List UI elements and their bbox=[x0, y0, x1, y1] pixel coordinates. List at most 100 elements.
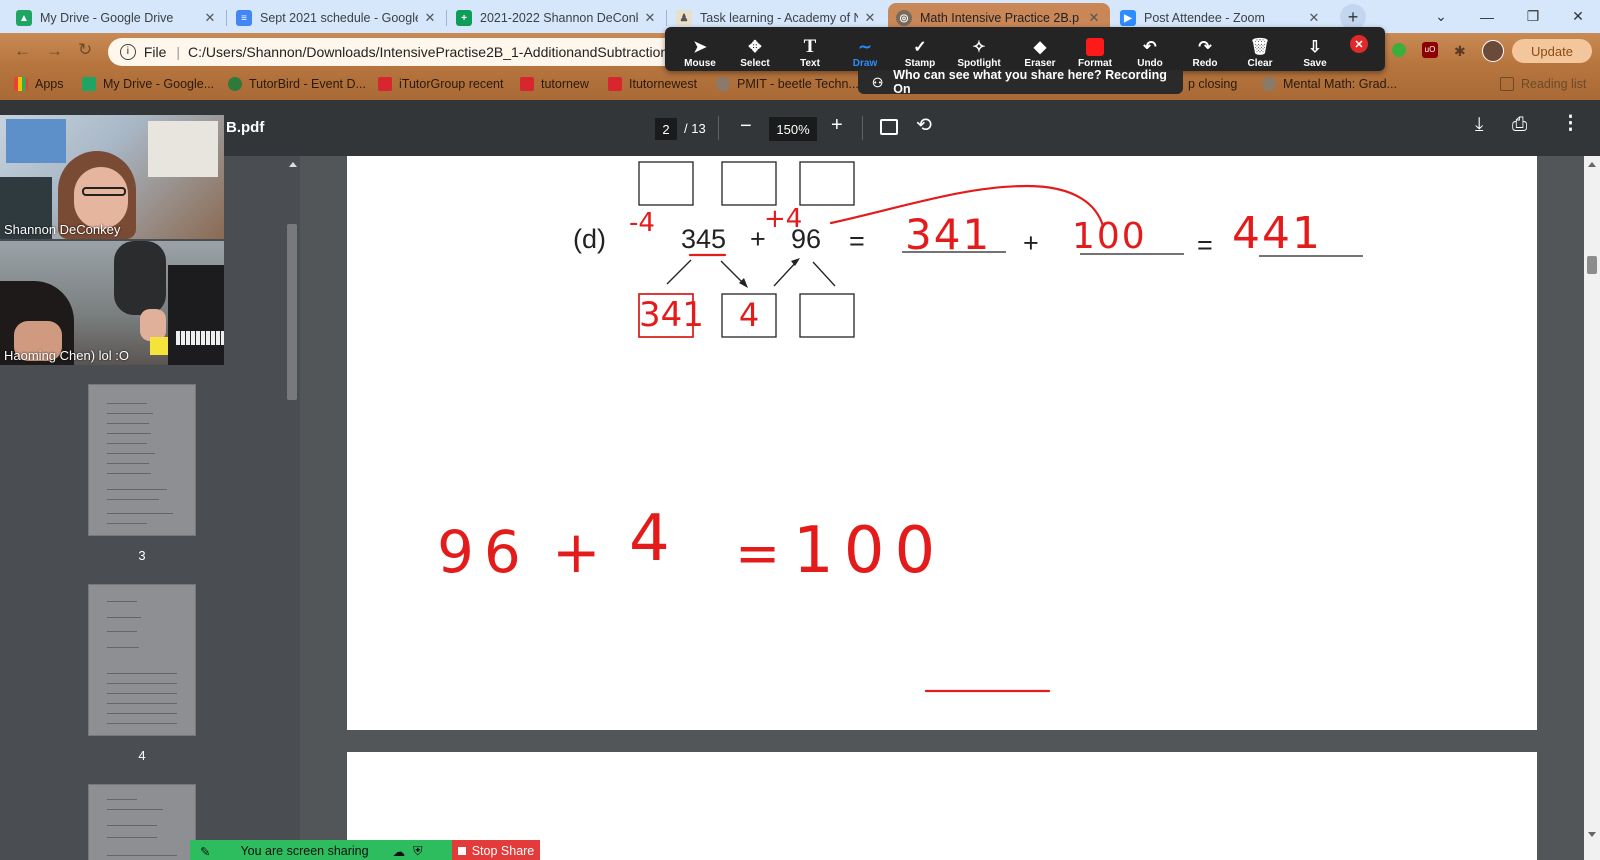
screen-share-bar: ✎ You are screen sharing ☁ ⛨ Stop Share bbox=[190, 840, 540, 860]
more-options-icon[interactable]: ⋮ bbox=[1561, 112, 1580, 135]
tool-clear[interactable]: 🗑 Clear bbox=[1233, 31, 1287, 69]
piano bbox=[168, 265, 224, 365]
tool-format[interactable]: Format bbox=[1068, 31, 1122, 69]
bookmark-pmit[interactable]: PMIT - beetle Techn... bbox=[716, 73, 859, 95]
main-scrollbar[interactable] bbox=[1584, 156, 1600, 860]
forward-icon[interactable]: → bbox=[46, 41, 63, 61]
close-icon[interactable]: ✕ bbox=[1306, 10, 1322, 26]
tool-undo[interactable]: ↶ Undo bbox=[1123, 31, 1177, 69]
thumbnail-page-4[interactable] bbox=[88, 584, 196, 736]
tool-text[interactable]: T Text bbox=[783, 31, 837, 69]
draw-squiggle-icon: ∼ bbox=[858, 39, 872, 56]
thumbnail-page-3[interactable] bbox=[88, 384, 196, 536]
google-sheets-icon: + bbox=[456, 10, 472, 26]
thumbnail-label: 4 bbox=[138, 748, 146, 763]
zoom-in-icon[interactable]: + bbox=[831, 114, 843, 137]
tab-spreadsheet[interactable]: + 2021-2022 Shannon DeConk ✕ bbox=[448, 3, 666, 33]
tool-stamp[interactable]: ✓ Stamp bbox=[893, 31, 947, 69]
google-docs-icon: ≡ bbox=[236, 10, 252, 26]
bookmark-my-drive[interactable]: My Drive - Google... bbox=[82, 73, 214, 95]
sidebar-scrollbar[interactable] bbox=[284, 156, 300, 860]
hand-100: 100 bbox=[793, 514, 946, 588]
bookmark-reading-list[interactable]: Reading list bbox=[1500, 73, 1586, 95]
sharing-status[interactable]: ✎ You are screen sharing ☁ ⛨ bbox=[190, 840, 452, 860]
zoom-out-icon[interactable]: − bbox=[740, 115, 752, 138]
extensions-puzzle-icon[interactable]: ✱ bbox=[1454, 43, 1466, 60]
problem-label: (d) bbox=[573, 224, 606, 254]
fit-to-page-icon[interactable] bbox=[880, 119, 898, 135]
download-icon[interactable]: ⤓ bbox=[1475, 114, 1483, 136]
glasses bbox=[82, 187, 126, 196]
tool-select[interactable]: ✥ Select bbox=[728, 31, 782, 69]
tab-my-drive[interactable]: ▲ My Drive - Google Drive ✕ bbox=[8, 3, 226, 33]
close-icon[interactable]: ✕ bbox=[642, 10, 658, 26]
extension-green-icon[interactable] bbox=[1392, 43, 1406, 57]
reload-icon[interactable]: ↻ bbox=[78, 40, 92, 60]
tool-spotlight[interactable]: ✧ Spotlight bbox=[948, 31, 1010, 69]
close-annotation-icon[interactable]: ✕ bbox=[1350, 35, 1368, 53]
tool-redo[interactable]: ↷ Redo bbox=[1178, 31, 1232, 69]
drag-handle-icon[interactable]: ✎ bbox=[200, 844, 210, 859]
bookmark-closing[interactable]: p closing bbox=[1188, 73, 1237, 95]
scheme-label: File bbox=[143, 44, 167, 60]
hand-4: 4 bbox=[629, 502, 670, 576]
print-icon[interactable]: ⎙ bbox=[1512, 114, 1527, 136]
bookmark-tutornew[interactable]: tutornew bbox=[520, 73, 589, 95]
equals-sign-2: = bbox=[1197, 230, 1213, 260]
bookmark-itutornewest[interactable]: Itutornewest bbox=[608, 73, 697, 95]
close-icon[interactable]: ✕ bbox=[862, 10, 878, 26]
wall-poster bbox=[6, 119, 66, 163]
pdf-toolbar: B.pdf 2 / 13 − 150% + ⟲ ⤓ ⎙ ⋮ bbox=[0, 100, 1600, 156]
avatar[interactable] bbox=[1482, 40, 1504, 62]
address-bar[interactable]: i File | C:/Users/Shannon/Downloads/Inte… bbox=[108, 38, 683, 66]
video-tile-host[interactable]: Shannon DeConkey bbox=[0, 115, 224, 239]
thumbnail-page-5[interactable] bbox=[88, 784, 196, 860]
page-number-input[interactable]: 2 bbox=[655, 118, 677, 140]
globe-icon bbox=[1262, 77, 1276, 91]
share-visibility-notice[interactable]: ⚇ Who can see what you share here? Recor… bbox=[858, 68, 1183, 96]
stop-share-button[interactable]: Stop Share bbox=[452, 840, 540, 860]
main-scroll-thumb[interactable] bbox=[1587, 256, 1597, 274]
update-button[interactable]: Update bbox=[1512, 39, 1592, 63]
tab-search-icon[interactable]: ⌄ bbox=[1418, 0, 1464, 33]
box-4: 4 bbox=[738, 296, 760, 334]
close-icon[interactable]: ✕ bbox=[202, 10, 218, 26]
bookmark-itutorgroup[interactable]: iTutorGroup recent bbox=[378, 73, 503, 95]
minimize-icon[interactable]: — bbox=[1464, 0, 1510, 33]
bookmark-apps[interactable]: Apps bbox=[14, 73, 64, 95]
person-face bbox=[74, 167, 128, 229]
close-icon[interactable]: ✕ bbox=[1086, 10, 1102, 26]
sidebar-scroll-thumb[interactable] bbox=[287, 224, 297, 400]
tool-draw[interactable]: ∼ Draw bbox=[838, 31, 892, 69]
cloud-icon: ☁ bbox=[392, 844, 406, 859]
itutor-icon bbox=[378, 77, 392, 91]
zoom-level-input[interactable]: 150% bbox=[769, 117, 817, 141]
back-icon[interactable]: ← bbox=[14, 41, 31, 61]
trash-icon: 🗑 bbox=[1249, 39, 1271, 56]
tool-save[interactable]: ⇩ Save bbox=[1288, 31, 1342, 69]
bookmark-tutorbird[interactable]: TutorBird - Event D... bbox=[228, 73, 366, 95]
people-icon: ⚇ bbox=[872, 75, 884, 90]
window-close-icon[interactable]: ✕ bbox=[1556, 0, 1600, 33]
save-download-icon: ⇩ bbox=[1308, 39, 1322, 56]
tool-eraser[interactable]: ◆ Eraser bbox=[1013, 31, 1067, 69]
rotate-icon[interactable]: ⟲ bbox=[916, 114, 932, 137]
info-icon[interactable]: i bbox=[120, 44, 136, 60]
spotlight-wand-icon: ✧ bbox=[972, 39, 986, 56]
equals-sign: = bbox=[849, 226, 865, 256]
participant-name: Haoming Chen) lol :O bbox=[4, 348, 129, 363]
text-icon: T bbox=[803, 36, 817, 57]
pdf-viewport[interactable]: (d) 345 + 96 = + = -4 +4 341 100 441 341… bbox=[300, 156, 1584, 860]
apps-grid-icon bbox=[14, 77, 28, 91]
tool-mouse[interactable]: ➤ Mouse bbox=[673, 31, 727, 69]
restore-icon[interactable]: ❐ bbox=[1510, 0, 1556, 33]
tab-schedule[interactable]: ≡ Sept 2021 schedule - Google ✕ bbox=[228, 3, 446, 33]
bookmark-mental-math[interactable]: Mental Math: Grad... bbox=[1262, 73, 1397, 95]
zoom-annotation-toolbar: ➤ Mouse ✥ Select T Text ∼ Draw ✓ Stamp ✧ Spotl… bbox=[665, 27, 1385, 71]
academy-icon: ♟ bbox=[676, 10, 692, 26]
participant-name: Shannon DeConkey bbox=[4, 222, 121, 237]
answer-441: 441 bbox=[1232, 208, 1322, 259]
close-icon[interactable]: ✕ bbox=[422, 10, 438, 26]
ublock-icon[interactable]: uO bbox=[1422, 42, 1438, 58]
video-tile-student[interactable]: Haoming Chen) lol :O bbox=[0, 241, 224, 365]
